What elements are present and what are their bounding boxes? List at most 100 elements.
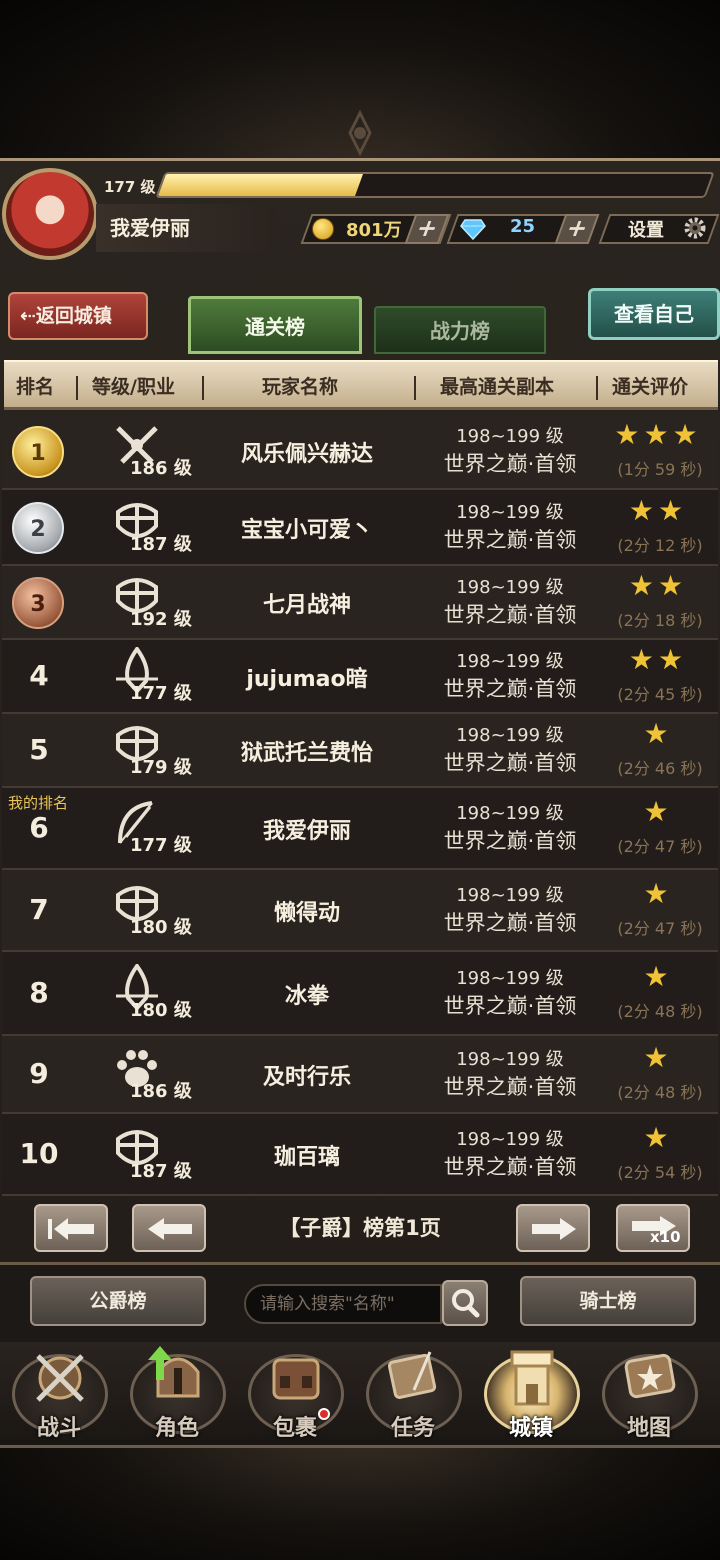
bottom-background — [0, 1448, 720, 1560]
clear-time: (2分 47 秒) — [617, 837, 703, 856]
gear-icon[interactable] — [682, 215, 708, 241]
table-row[interactable]: 5 179 级 狱武托兰费怡 198~199 级世界之巅·首领 ★ (2分 46 秒) — [2, 714, 718, 788]
nav-label: 任务 — [390, 1416, 435, 1441]
clear-time: (1分 59 秒) — [617, 460, 703, 479]
dungeon-level: 198~199 级 — [456, 426, 564, 447]
xp-bar — [155, 172, 715, 198]
player-level: 186 级 — [130, 458, 192, 479]
header-divider — [596, 376, 598, 400]
search-input[interactable]: 请输入搜索"名称" — [244, 1284, 442, 1324]
player-name: 及时行乐 — [262, 1065, 351, 1090]
rank-number: 4 — [29, 659, 49, 692]
player-avatar[interactable] — [2, 168, 98, 260]
xp-bar-fill — [157, 174, 363, 196]
first-page-icon — [48, 1218, 94, 1240]
dungeon-level: 198~199 级 — [456, 1129, 564, 1150]
dungeon-level: 198~199 级 — [456, 1049, 564, 1070]
rank-number: 8 — [29, 976, 49, 1009]
clear-time: (2分 47 秒) — [617, 919, 703, 938]
player-level: 180 级 — [130, 1000, 192, 1021]
table-row[interactable]: 3 192 级 七月战神 198~199 级世界之巅·首领 ★★ (2分 18 秒) — [2, 566, 718, 640]
rating-stars: ★ — [643, 1121, 673, 1154]
nav-item-town[interactable]: 城镇 — [476, 1342, 586, 1446]
player-level: 177 级 — [130, 683, 192, 704]
dungeon-level: 198~199 级 — [456, 803, 564, 824]
player-name: 懒得动 — [273, 901, 340, 926]
diamond-icon — [460, 219, 486, 240]
table-row[interactable]: 6 我的排名 177 级 我爱伊丽 198~199 级世界之巅·首领 ★ (2分 47 秒) — [2, 788, 718, 870]
nav-label: 包裹 — [272, 1416, 317, 1441]
rating-stars: ★ — [643, 877, 673, 910]
duke-ranking-button[interactable]: 公爵榜 — [30, 1276, 206, 1326]
nav-label: 地图 — [626, 1416, 671, 1441]
player-level: 186 级 — [130, 1081, 192, 1102]
rank-number: 7 — [29, 893, 49, 926]
player-level: 187 级 — [130, 1161, 192, 1182]
tab-clear-ranking[interactable]: 通关榜 — [188, 296, 362, 354]
rank-medal-icon: 2 — [12, 502, 64, 554]
rating-stars: ★ — [643, 960, 673, 993]
dungeon-level: 198~199 级 — [456, 725, 564, 746]
back-arrow-icon: ⇠ — [20, 305, 36, 327]
player-name: 狱武托兰费怡 — [240, 741, 373, 766]
table-row[interactable]: 2 187 级 宝宝小可爱丶 198~199 级世界之巅·首领 ★★ (2分 12 秒) — [2, 490, 718, 566]
clear-time: (2分 48 秒) — [617, 1002, 703, 1021]
header-rating: 通关评价 — [612, 376, 689, 398]
prev-page-button[interactable] — [132, 1204, 206, 1252]
player-name: 冰拳 — [284, 984, 329, 1009]
rating-stars: ★★ — [628, 494, 688, 527]
nav-label: 战斗 — [36, 1416, 81, 1441]
dungeon-name: 世界之巅·首领 — [443, 677, 577, 701]
clear-time: (2分 48 秒) — [617, 1083, 703, 1102]
dungeon-name: 世界之巅·首领 — [443, 751, 577, 775]
table-row[interactable]: 10 187 级 珈百璃 198~199 级世界之巅·首领 ★ (2分 54 秒) — [2, 1114, 718, 1196]
dungeon-name: 世界之巅·首领 — [443, 1075, 577, 1099]
nav-item-map[interactable]: 地图 — [594, 1342, 704, 1446]
rank-medal-icon: 3 — [12, 577, 64, 629]
rating-stars: ★ — [643, 717, 673, 750]
gold-coin-icon — [312, 218, 334, 240]
back-label: 返回城镇 — [35, 305, 112, 327]
header-level-class: 等级/职业 — [92, 376, 175, 398]
dungeon-level: 198~199 级 — [456, 968, 564, 989]
player-name: 风乐佩兴赫达 — [240, 442, 373, 467]
clear-time: (2分 12 秒) — [617, 536, 703, 555]
knight-ranking-button[interactable]: 骑士榜 — [520, 1276, 696, 1326]
dungeon-level: 198~199 级 — [456, 577, 564, 598]
first-page-button[interactable] — [34, 1204, 108, 1252]
table-row[interactable]: 4 177 级 jujumao暗 198~199 级世界之巅·首领 ★★ (2分 45 秒… — [2, 640, 718, 714]
player-name: 我爱伊丽 — [262, 819, 351, 844]
nav-item-battle[interactable]: 战斗 — [4, 1342, 114, 1446]
prev-page-icon — [148, 1218, 192, 1240]
nav-item-quest[interactable]: 任务 — [358, 1342, 468, 1446]
dungeon-name: 世界之巅·首领 — [443, 994, 577, 1018]
next-page-button[interactable] — [516, 1204, 590, 1252]
rank-number: 10 — [19, 1137, 59, 1170]
rating-stars: ★ — [643, 795, 673, 828]
clear-time: (2分 46 秒) — [617, 759, 703, 778]
table-row[interactable]: 7 180 级 懒得动 198~199 级世界之巅·首领 ★ (2分 47 秒) — [2, 870, 718, 952]
nav-item-bag[interactable]: 包裹 — [240, 1342, 350, 1446]
player-name: 珈百璃 — [273, 1145, 340, 1170]
rating-stars: ★★ — [628, 643, 688, 676]
table-row[interactable]: 8 180 级 冰拳 198~199 级世界之巅·首领 ★ (2分 48 秒) — [2, 952, 718, 1036]
jump-ten-label: x10 — [650, 1228, 681, 1246]
back-to-town-button[interactable]: ⇠返回城镇 — [8, 292, 148, 340]
page-label: 【子爵】榜第1页 — [279, 1216, 441, 1240]
rank-number: 6 — [29, 811, 49, 844]
clear-time: (2分 54 秒) — [617, 1163, 703, 1182]
nav-item-character[interactable]: 角色 — [122, 1342, 232, 1446]
top-ornament — [348, 109, 372, 157]
dungeon-name: 世界之巅·首领 — [443, 911, 577, 935]
table-row[interactable]: 1 186 级 风乐佩兴赫达 198~199 级世界之巅·首领 ★★★ (1分 59 秒) — [2, 414, 718, 490]
tab-power-ranking[interactable]: 战力榜 — [374, 306, 546, 354]
player-level: 180 级 — [130, 917, 192, 938]
dungeon-level: 198~199 级 — [456, 651, 564, 672]
upgrade-arrow-icon — [148, 1346, 172, 1380]
clear-time: (2分 18 秒) — [617, 611, 703, 630]
header-divider — [414, 376, 416, 400]
search-button[interactable] — [442, 1280, 488, 1326]
view-self-button[interactable]: 查看自己 — [588, 288, 720, 340]
table-row[interactable]: 9 186 级 及时行乐 198~199 级世界之巅·首领 ★ (2分 48 秒) — [2, 1036, 718, 1114]
rank-number: 9 — [29, 1057, 49, 1090]
